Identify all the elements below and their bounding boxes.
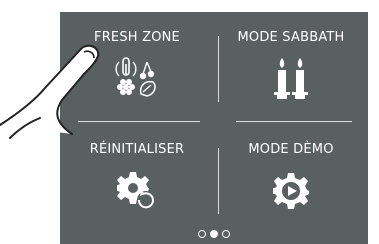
reset-gear-icon (60, 170, 214, 216)
demo-mode-tile[interactable]: MODE DÈMO (214, 124, 368, 234)
page-dot[interactable] (222, 230, 230, 238)
demo-gear-play-icon (214, 170, 368, 216)
page-dot-active[interactable] (210, 230, 218, 238)
mode-sabbath-label: MODE SABBATH (237, 30, 345, 45)
vertical-divider-top (218, 36, 219, 102)
horizontal-divider-right (236, 121, 352, 122)
page-dot[interactable] (198, 230, 206, 238)
reset-tile[interactable]: RÉINITIALISER (60, 124, 214, 234)
demo-mode-label: MODE DÈMO (248, 142, 334, 157)
mode-sabbath-tile[interactable]: MODE SABBATH (214, 12, 368, 122)
reset-label: RÉINITIALISER (89, 142, 185, 157)
pointing-hand-icon (0, 44, 100, 139)
page-indicator[interactable] (60, 230, 368, 238)
vertical-divider-bottom (218, 148, 219, 214)
candles-icon (214, 56, 368, 104)
